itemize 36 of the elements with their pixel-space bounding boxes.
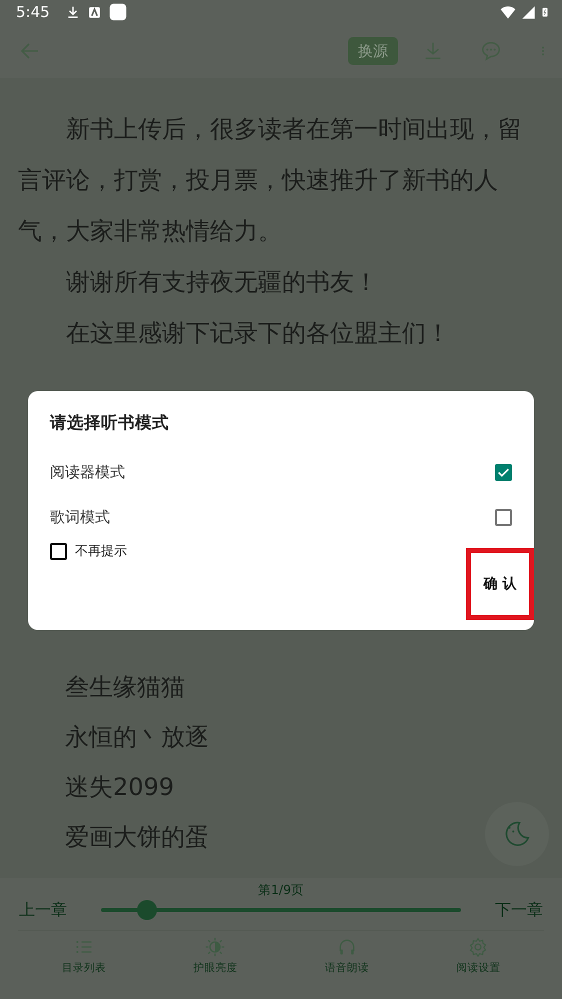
brightness-icon (205, 937, 226, 957)
nav-tab[interactable]: 语音朗读 (281, 931, 412, 977)
name-line: 永恒的丶放逐 (64, 722, 209, 753)
notification-icon (88, 6, 101, 18)
headphones-icon (336, 937, 357, 957)
signal-icon (521, 4, 536, 20)
source-button[interactable]: 换源 (348, 36, 398, 66)
option-label: 歌词模式 (50, 507, 110, 528)
name-line: 迷失2099 (64, 772, 176, 803)
nav-tab[interactable]: 护眼亮度 (150, 931, 281, 977)
nav-tab[interactable]: 目录列表 (18, 931, 150, 977)
checkbox-label: 不再提示 (75, 542, 127, 561)
checkbox[interactable] (50, 543, 67, 560)
paragraph: 谢谢所有支持夜无疆的书友！ (65, 267, 379, 298)
dialog-title: 请选择听书模式 (50, 412, 170, 434)
confirm-button[interactable]: 确 认 (466, 548, 534, 620)
download-icon (66, 5, 80, 19)
nav-tab[interactable]: 阅读设置 (412, 931, 544, 977)
notification-icon (108, 3, 127, 21)
checkbox[interactable] (495, 508, 512, 526)
settings-icon (468, 937, 488, 957)
option-label: 阅读器模式 (50, 462, 125, 483)
paragraph: 新书上传后，很多读者在第一时间出现，留言评论，打赏，投月票，快速推升了新书的人气，大家非常热情给力。 (18, 114, 523, 247)
comment-icon[interactable] (480, 40, 502, 62)
checkbox[interactable] (495, 464, 512, 481)
name-line: 爱画大饼的蛋 (64, 822, 209, 853)
next-chapter-button[interactable]: 下一章 (495, 898, 543, 922)
slider-track[interactable] (101, 900, 461, 920)
status-time: 5:45 (16, 2, 50, 23)
check-icon (497, 466, 510, 479)
name-line: 叁生缘猫猫 (64, 672, 186, 703)
page-indicator: 第1/9页 (256, 881, 306, 898)
wifi-icon (499, 4, 517, 20)
previous-chapter-button[interactable]: 上一章 (19, 898, 67, 922)
slider-thumb[interactable] (136, 900, 157, 920)
paragraph: 在这里感谢下记录下的各位盟主们！ (65, 318, 451, 349)
